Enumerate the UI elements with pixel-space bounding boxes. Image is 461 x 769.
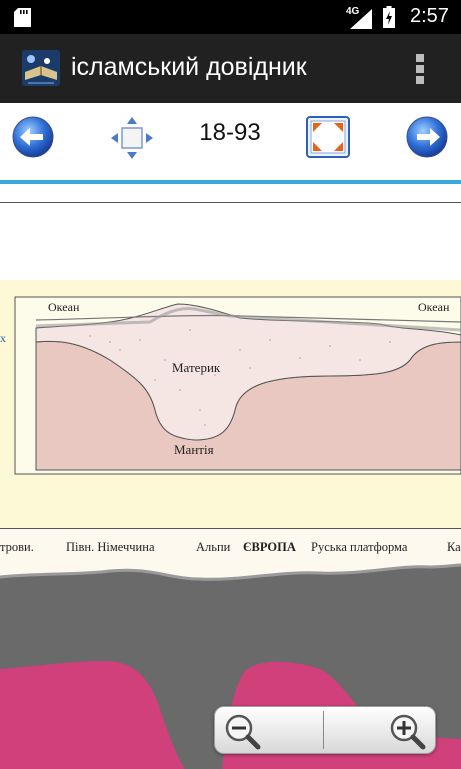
crust-diagram-panel: Океан Океан Материк Мантія х xyxy=(0,280,461,528)
page-viewer[interactable]: Океан Океан Материк Мантія х трови. Півн… xyxy=(0,203,461,769)
fullscreen-button[interactable] xyxy=(306,116,350,158)
mantle-label: Мантія xyxy=(174,442,214,457)
zoom-in-button[interactable] xyxy=(324,707,432,753)
zoom-controls xyxy=(214,706,436,754)
status-bar: 4G 2:57 xyxy=(0,0,461,34)
side-fragment-label: х xyxy=(0,331,6,345)
app-title: ісламський довідник xyxy=(71,53,307,81)
pan-move-button[interactable] xyxy=(110,116,154,160)
toolbar-divider xyxy=(0,180,461,184)
zoom-out-button[interactable] xyxy=(215,707,323,753)
sd-card-icon xyxy=(14,8,31,27)
page-indicator: 18-93 xyxy=(199,119,261,146)
previous-page-button[interactable] xyxy=(12,116,54,158)
battery-charging-icon xyxy=(383,6,395,28)
signal-icon xyxy=(350,9,372,29)
continent-label: Материк xyxy=(172,360,221,375)
next-page-button[interactable] xyxy=(406,116,448,158)
navigation-toolbar: 18-93 xyxy=(0,103,461,183)
ocean-right-label: Океан xyxy=(418,300,450,314)
action-bar: ісламський довідник xyxy=(0,34,461,103)
crust-diagram: Океан Океан Материк Мантія х xyxy=(0,296,461,475)
overflow-menu-button[interactable] xyxy=(406,52,434,86)
app-logo-icon[interactable] xyxy=(22,50,60,86)
ocean-left-label: Океан xyxy=(48,300,80,314)
clock: 2:57 xyxy=(410,5,449,27)
